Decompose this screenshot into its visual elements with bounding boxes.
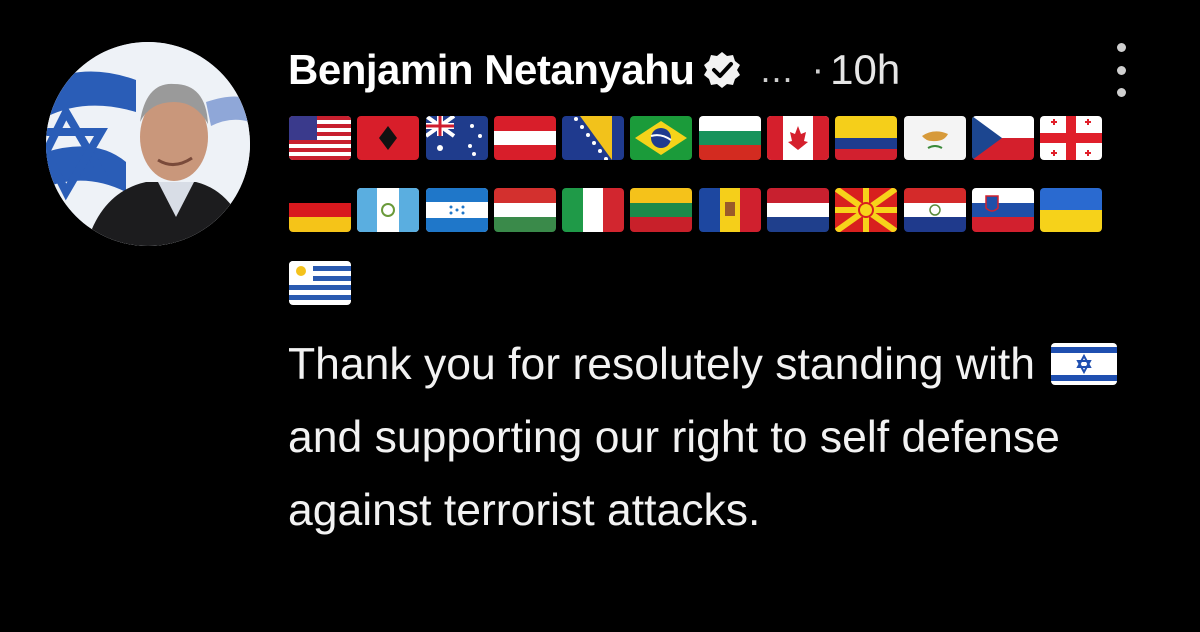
colombia-flag-icon: [835, 116, 898, 160]
bosnia-flag-icon: [562, 116, 625, 160]
czechia-flag-icon: [971, 116, 1034, 160]
post-header: Benjamin Netanyahu ... · 10h: [288, 40, 1168, 100]
guatemala-flag-icon: [357, 188, 420, 232]
georgia-flag-icon: [1040, 116, 1103, 160]
truncation-ellipsis: ...: [760, 49, 794, 90]
austria-flag-icon: [493, 116, 556, 160]
cyprus-flag-icon: [903, 116, 966, 160]
honduras-flag-icon: [425, 188, 488, 232]
us-flag-icon: [289, 116, 351, 160]
lithuania-flag-icon: [630, 188, 693, 232]
ukraine-flag-icon: [1040, 188, 1103, 232]
slovenia-flag-icon: [971, 188, 1034, 232]
avatar[interactable]: [46, 42, 250, 246]
flag-row: [289, 116, 1109, 160]
north-macedonia-flag-icon: [835, 188, 898, 232]
germany-flag-icon: [289, 188, 351, 232]
hungary-flag-icon: [493, 188, 556, 232]
uruguay-flag-icon: [289, 261, 351, 305]
italy-flag-icon: [562, 188, 625, 232]
netherlands-flag-icon: [767, 188, 830, 232]
paraguay-flag-icon: [903, 188, 966, 232]
bulgaria-flag-icon: [698, 116, 761, 160]
more-options-icon[interactable]: [1114, 43, 1128, 97]
israel-flag-icon: [1051, 343, 1118, 385]
author-name[interactable]: Benjamin Netanyahu: [288, 46, 695, 94]
verified-badge-icon: [702, 50, 742, 90]
flag-row: [289, 261, 357, 305]
post-text-part-2: and supporting our right to self defense…: [288, 413, 1060, 535]
albania-flag-icon: [357, 116, 420, 160]
australia-flag-icon: [425, 116, 488, 160]
post-text-part-1: Thank you for resolutely standing with: [288, 340, 1036, 389]
flag-row: [289, 188, 1109, 232]
brazil-flag-icon: [630, 116, 693, 160]
canada-flag-icon: [767, 116, 830, 160]
separator-dot: ·: [811, 48, 825, 91]
post-body: Thank you for resolutely standing with a…: [288, 328, 1168, 547]
timestamp[interactable]: 10h: [830, 46, 900, 94]
moldova-flag-icon: [698, 188, 761, 232]
